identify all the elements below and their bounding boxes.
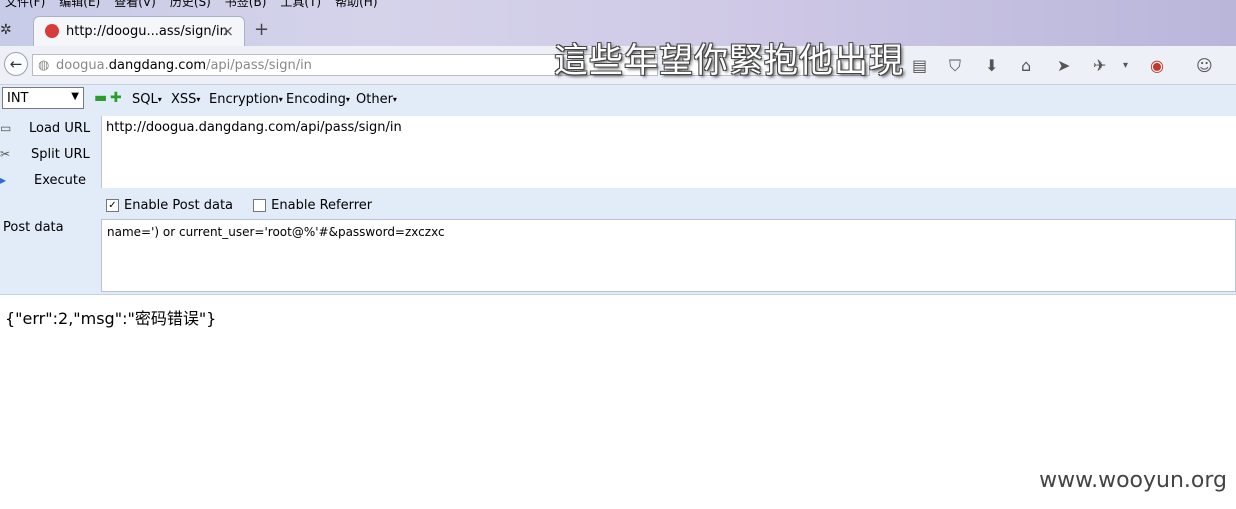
- menu-help[interactable]: 帮助(H): [335, 0, 377, 9]
- palette-icon[interactable]: ✲: [0, 22, 18, 40]
- pocket-icon[interactable]: ⛉: [949, 56, 961, 76]
- type-select-value: INT: [7, 91, 29, 106]
- menu-edit[interactable]: 编辑(E): [59, 0, 100, 9]
- addon-icon[interactable]: ◉: [1150, 56, 1164, 75]
- browser-tab[interactable]: http://doogu...ass/sign/in ×: [33, 16, 245, 46]
- sql-menu[interactable]: SQL▾: [132, 92, 162, 107]
- home-icon[interactable]: ⌂: [1021, 56, 1031, 75]
- url-textarea[interactable]: http://doogua.dangdang.com/api/pass/sign…: [101, 116, 1236, 188]
- play-icon: ▸: [0, 173, 7, 187]
- smiley-icon[interactable]: ☺: [1196, 56, 1213, 75]
- overlay-caption: 這些年望你緊抱他出現: [554, 41, 904, 81]
- load-url-icon: ▭: [0, 121, 12, 135]
- hackbar-toolbar: INT ▼ ▬ ✚ SQL▾ XSS▾ Encryption▾ Encoding…: [0, 85, 1236, 116]
- enable-post-checkbox[interactable]: ✓ Enable Post data: [106, 198, 233, 213]
- other-menu[interactable]: Other▾: [356, 92, 397, 107]
- post-data-value: name=') or current_user='root@%'#&passwo…: [107, 225, 445, 239]
- close-tab-icon[interactable]: ×: [221, 22, 234, 40]
- send-icon[interactable]: ➤: [1057, 56, 1070, 75]
- favicon-icon: [45, 24, 59, 38]
- menu-history[interactable]: 历史(S): [170, 0, 211, 9]
- xss-menu[interactable]: XSS▾: [171, 92, 200, 107]
- download-icon[interactable]: ⬇: [985, 56, 998, 75]
- menu-dropdown-icon[interactable]: ▾: [1123, 60, 1128, 71]
- load-url-button[interactable]: ▭ Load URL: [0, 121, 90, 136]
- tab-title: http://doogu...ass/sign/in: [66, 24, 228, 39]
- menu-file[interactable]: 文件(F): [5, 0, 45, 9]
- menu-tools[interactable]: 工具(T): [280, 0, 321, 9]
- type-select[interactable]: INT ▼: [2, 87, 84, 109]
- url-textarea-value: http://doogua.dangdang.com/api/pass/sign…: [106, 120, 402, 135]
- menu-view[interactable]: 查看(V): [114, 0, 156, 9]
- execute-button[interactable]: ▸ Execute: [0, 173, 86, 188]
- scissors-icon: ✂: [0, 147, 11, 161]
- enable-referrer-checkbox[interactable]: Enable Referrer: [253, 198, 372, 213]
- post-data-textarea[interactable]: name=') or current_user='root@%'#&passwo…: [101, 219, 1236, 292]
- new-tab-button[interactable]: +: [254, 19, 269, 40]
- address-url: doogua.dangdang.com/api/pass/sign/in: [56, 58, 312, 73]
- encryption-menu[interactable]: Encryption▾: [209, 92, 283, 107]
- response-body: {"err":2,"msg":"密码错误"}: [5, 309, 217, 328]
- increase-icon[interactable]: ✚: [110, 90, 122, 106]
- post-data-label: Post data: [3, 220, 64, 235]
- back-button[interactable]: ←: [4, 52, 28, 76]
- post-options: ✓ Enable Post data Enable Referrer: [106, 198, 372, 213]
- watermark: www.wooyun.org: [1039, 468, 1227, 493]
- divider: [0, 294, 1236, 295]
- chevron-down-icon: ▼: [71, 91, 79, 102]
- menu-bar: 文件(F) 编辑(E) 查看(V) 历史(S) 书签(B) 工具(T) 帮助(H…: [0, 0, 392, 9]
- decrease-icon[interactable]: ▬: [94, 90, 107, 106]
- globe-icon: ◍: [38, 58, 50, 73]
- split-url-button[interactable]: ✂ Split URL: [0, 147, 90, 162]
- reading-list-icon[interactable]: ▤: [912, 56, 927, 75]
- extension-icon[interactable]: ✈: [1093, 56, 1106, 75]
- encoding-menu[interactable]: Encoding▾: [286, 92, 350, 107]
- hackbar-panel: ▭ Load URL ✂ Split URL ▸ Execute http://doo…: [0, 116, 1236, 294]
- menu-bookmarks[interactable]: 书签(B): [225, 0, 267, 9]
